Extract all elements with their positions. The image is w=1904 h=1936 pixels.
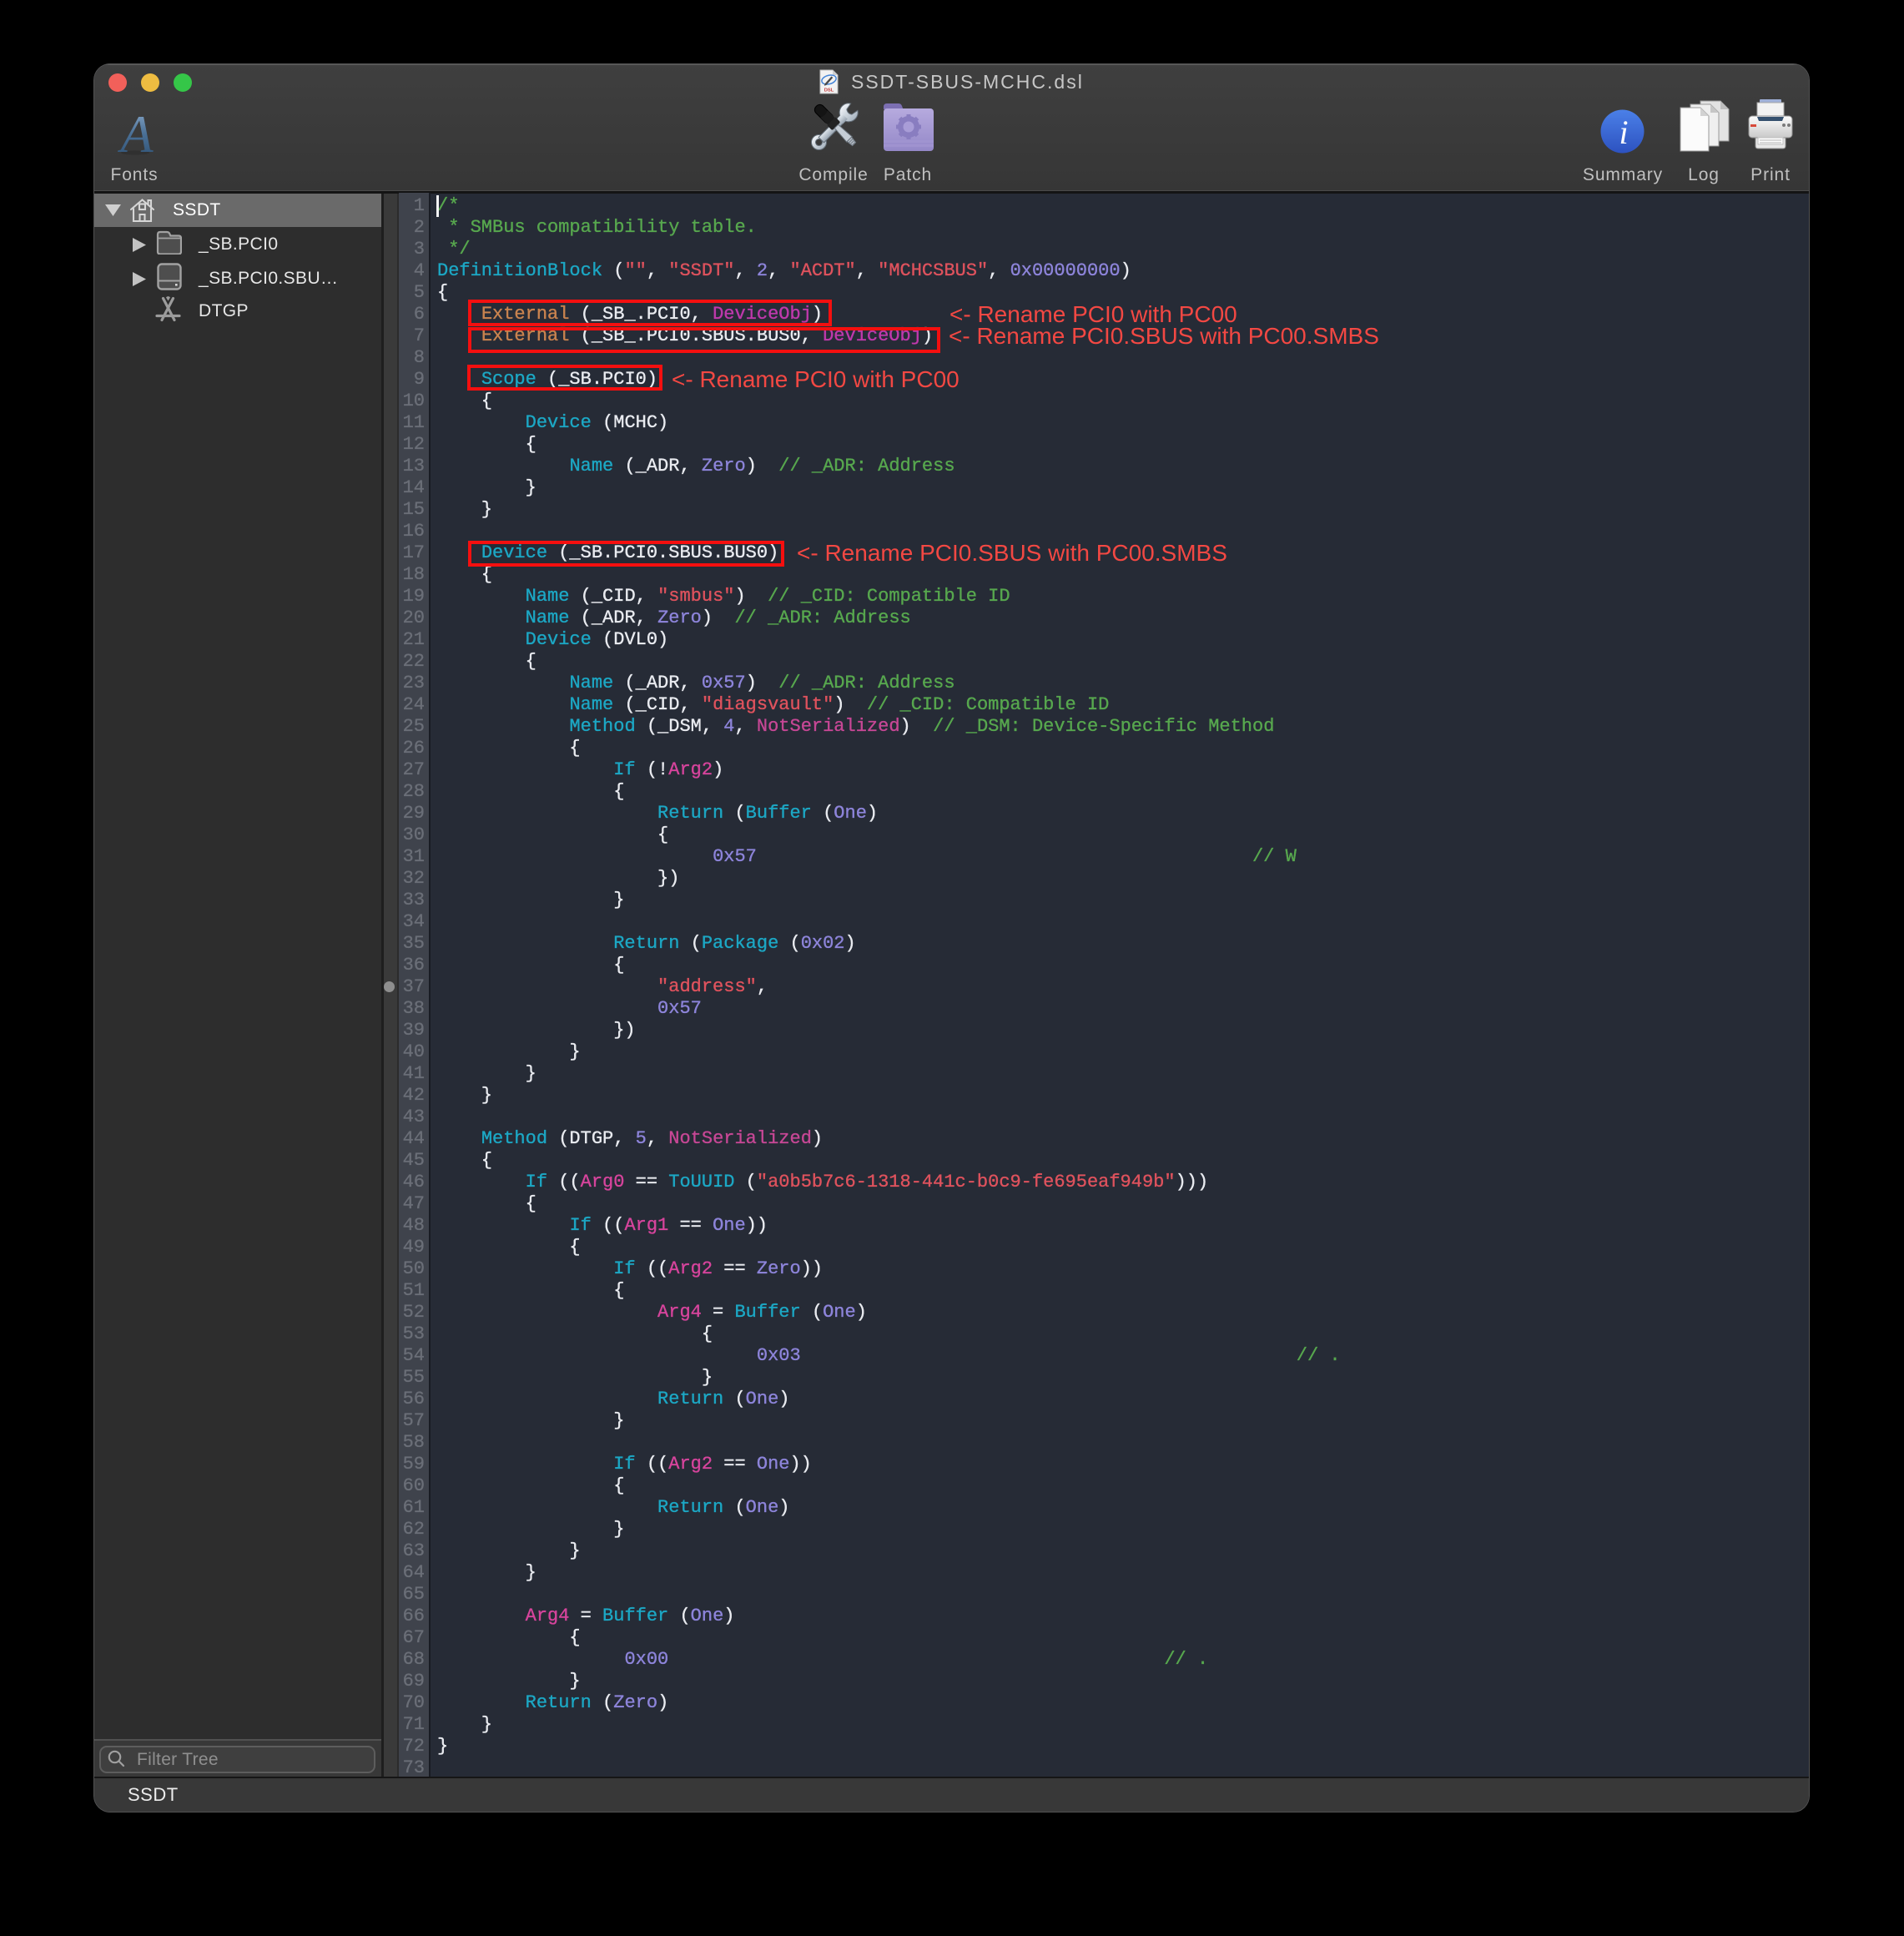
svg-text:i: i (1619, 113, 1628, 151)
svg-text:A: A (117, 111, 154, 156)
svg-text:DSL: DSL (824, 88, 834, 93)
